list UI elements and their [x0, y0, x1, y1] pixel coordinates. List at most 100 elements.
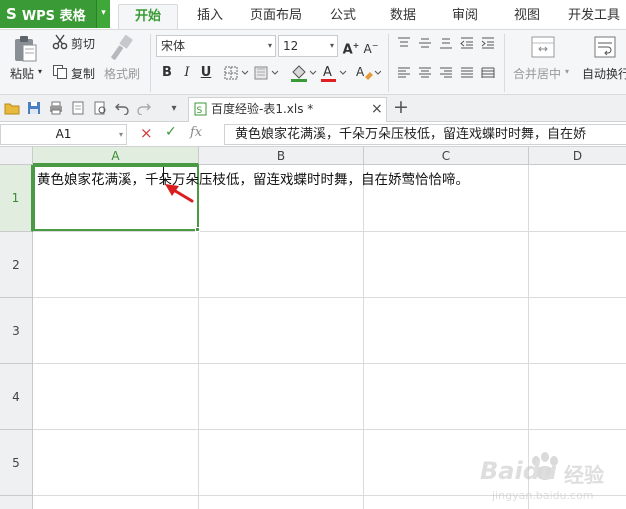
italic-button[interactable]: I [178, 64, 196, 82]
row-header-2[interactable]: 2 [0, 232, 33, 298]
document-tab[interactable]: S 百度经验-表1.xls * × [188, 97, 387, 122]
fill-handle[interactable] [195, 227, 200, 232]
column-header-a[interactable]: A [33, 147, 199, 165]
tab-insert[interactable]: 插入 [186, 4, 234, 30]
align-top-icon[interactable] [396, 36, 412, 50]
scissors-icon [52, 34, 68, 50]
fill-color-icon[interactable] [288, 63, 318, 83]
tab-page-layout[interactable]: 页面布局 [244, 4, 308, 30]
select-all-corner[interactable] [0, 147, 33, 165]
gridline [33, 297, 626, 298]
clear-format-icon[interactable]: A [352, 63, 382, 83]
indent-increase-icon[interactable] [480, 36, 496, 50]
wrap-text-icon[interactable] [592, 34, 618, 60]
customize-toolbar-icon[interactable]: ▾ [166, 100, 182, 116]
export-pdf-icon[interactable] [70, 100, 86, 116]
bold-button[interactable]: B [158, 64, 176, 82]
format-painter-icon[interactable] [108, 34, 136, 62]
ribbon: 粘贴 ▾ 剪切 复制 格式刷 宋体 ▾ 12 ▾ A+ A− B I U A A [0, 29, 626, 95]
shrink-font-icon[interactable]: A− [362, 37, 380, 56]
open-folder-icon[interactable] [4, 100, 20, 116]
cancel-edit-icon[interactable]: × [140, 124, 153, 142]
gridline [33, 231, 626, 232]
paste-button[interactable]: 粘贴 [10, 65, 34, 82]
indent-decrease-icon[interactable] [459, 36, 475, 50]
print-icon[interactable] [48, 100, 64, 116]
font-size-select[interactable]: 12 ▾ [278, 35, 338, 57]
print-preview-icon[interactable] [92, 100, 108, 116]
column-header-b[interactable]: B [199, 147, 364, 165]
insert-function-icon[interactable]: fx [190, 125, 202, 140]
formula-input[interactable]: 黄色娘家花满溪，千朵万朵压枝低，留连戏蝶时时舞，自在娇 [224, 124, 626, 145]
undo-icon[interactable] [114, 100, 130, 116]
name-box-value: A1 [55, 127, 72, 141]
tab-formulas[interactable]: 公式 [320, 4, 366, 30]
font-name-caret-icon[interactable]: ▾ [268, 36, 272, 56]
distribute-icon[interactable] [480, 66, 496, 80]
tab-developer[interactable]: 开发工具 [562, 4, 626, 30]
save-icon[interactable] [26, 100, 42, 116]
copy-icon [52, 64, 68, 80]
underline-button[interactable]: U [197, 64, 215, 82]
align-left-icon[interactable] [396, 66, 412, 80]
wrap-text-button[interactable]: 自动换行 [582, 65, 626, 82]
gridline [33, 429, 626, 430]
tab-data[interactable]: 数据 [380, 4, 426, 30]
row-header-1[interactable]: 1 [0, 165, 33, 232]
align-middle-icon[interactable] [417, 36, 433, 50]
app-title: WPS 表格 [21, 8, 86, 24]
copy-button[interactable]: 复制 [71, 65, 95, 82]
baidu-watermark: Baidu 经验 jingyan.baidu.com [478, 447, 618, 507]
name-box-caret-icon[interactable]: ▾ [119, 125, 123, 144]
merge-caret-icon[interactable]: ▾ [565, 67, 569, 76]
row-header-5[interactable]: 5 [0, 430, 33, 496]
app-menu-button[interactable]: S WPS 表格 ▾ [0, 0, 110, 28]
row-header-3[interactable]: 3 [0, 298, 33, 364]
redo-icon[interactable] [136, 100, 152, 116]
svg-text:A: A [323, 65, 332, 80]
row-header-4[interactable]: 4 [0, 364, 33, 430]
ribbon-divider [388, 34, 389, 92]
paste-caret-icon[interactable]: ▾ [38, 67, 42, 76]
menu-bar: S WPS 表格 ▾ 开始 插入 页面布局 公式 数据 审阅 视图 开发工具 [0, 0, 626, 30]
cut-button[interactable]: 剪切 [71, 35, 95, 52]
formula-bar: A1 ▾ × ✓ fx 黄色娘家花满溪，千朵万朵压枝低，留连戏蝶时时舞，自在娇 [0, 122, 626, 147]
tab-review[interactable]: 审阅 [442, 4, 488, 30]
font-color-icon[interactable]: A [318, 63, 348, 83]
svg-text:S: S [196, 106, 202, 116]
grow-font-icon[interactable]: A+ [342, 37, 360, 57]
justify-icon[interactable] [459, 66, 475, 80]
paste-icon[interactable] [10, 34, 40, 64]
merge-center-icon[interactable] [530, 34, 556, 60]
column-header-d[interactable]: D [529, 147, 626, 165]
app-menu-caret-icon[interactable]: ▾ [96, 0, 110, 28]
font-size-caret-icon[interactable]: ▾ [330, 36, 334, 56]
gridline [363, 165, 364, 509]
align-right-icon[interactable] [438, 66, 454, 80]
row-header-6[interactable] [0, 496, 33, 509]
cell-style-icon[interactable] [253, 65, 281, 81]
document-tab-title: 百度经验-表1.xls * [211, 102, 314, 116]
spreadsheet-file-icon: S [193, 102, 207, 116]
font-name-select[interactable]: 宋体 ▾ [156, 35, 276, 57]
align-bottom-icon[interactable] [438, 36, 454, 50]
tab-home[interactable]: 开始 [118, 4, 178, 30]
ribbon-divider [150, 34, 151, 92]
column-header-c[interactable]: C [364, 147, 529, 165]
merge-center-button[interactable]: 合并居中 [513, 65, 561, 82]
watermark-brand: Baidu [480, 457, 557, 485]
tab-view[interactable]: 视图 [504, 4, 550, 30]
close-tab-icon[interactable]: × [371, 98, 383, 120]
align-center-icon[interactable] [417, 66, 433, 80]
watermark-url: jingyan.baidu.com [492, 489, 594, 502]
document-tab-bar: ▾ S 百度经验-表1.xls * × + [0, 95, 626, 122]
wps-logo-icon: S [6, 5, 17, 23]
confirm-edit-icon[interactable]: ✓ [165, 124, 177, 140]
name-box[interactable]: A1 ▾ [0, 124, 127, 145]
svg-text:A: A [356, 65, 365, 79]
format-painter-button[interactable]: 格式刷 [104, 65, 140, 82]
borders-icon[interactable] [223, 65, 251, 81]
gridline [33, 363, 626, 364]
new-tab-button[interactable]: + [393, 96, 409, 118]
watermark-sub: 经验 [564, 463, 604, 487]
